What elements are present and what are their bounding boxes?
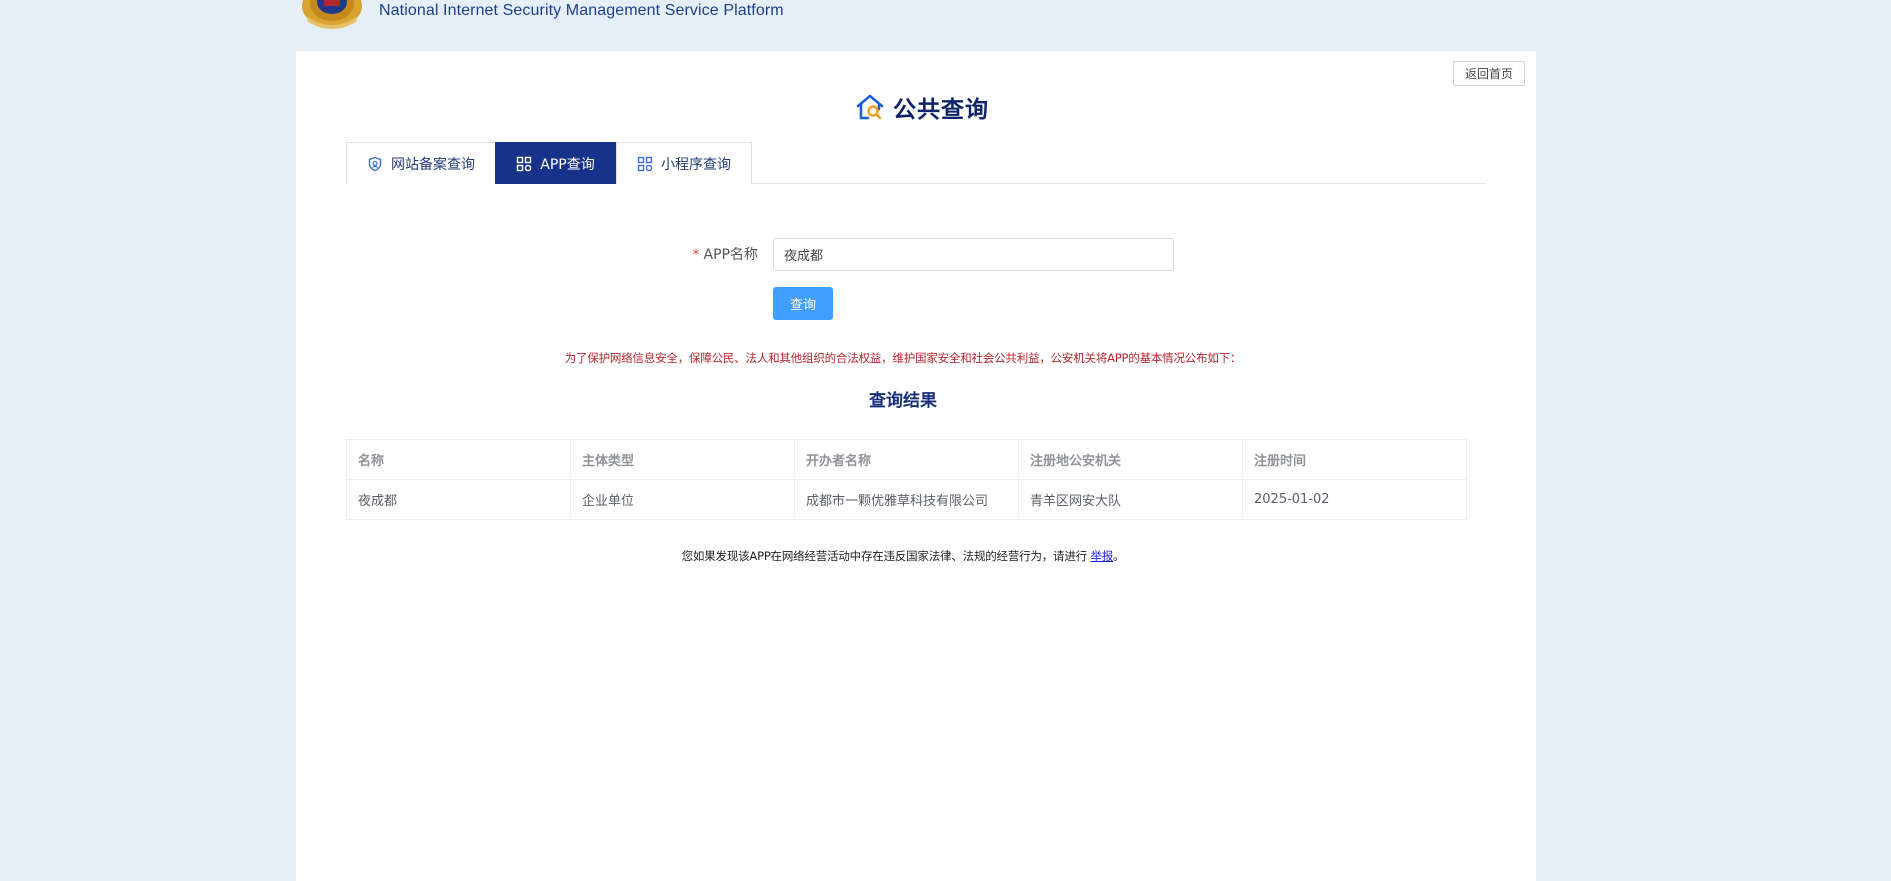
cell-name: 夜成都 [346, 479, 571, 520]
table-row: 夜成都 企业单位 成都市一颗优雅草科技有限公司 青羊区网安大队 2025-01-… [346, 479, 1467, 520]
app-name-label-text: APP名称 [703, 247, 758, 263]
app-name-input[interactable] [773, 238, 1174, 271]
tab-mini-label: 小程序查询 [661, 156, 731, 173]
report-link[interactable]: 举报 [1090, 549, 1113, 563]
cell-operator: 成都市一颗优雅草科技有限公司 [794, 479, 1019, 520]
report-note-end: 。 [1113, 549, 1125, 563]
report-note-text: 您如果发现该APP在网络经营活动中存在违反国家法律、法规的经营行为，请进行 [681, 549, 1088, 563]
shield-icon [368, 156, 382, 171]
result-title: 查询结果 [869, 391, 937, 411]
tab-website-label: 网站备案查询 [391, 156, 475, 173]
cell-police: 青羊区网安大队 [1018, 479, 1243, 520]
col-name-header: 名称 [346, 439, 571, 480]
site-header: National Internet Security Management Se… [0, 0, 1891, 51]
tab-website-filing[interactable]: 网站备案查询 [346, 142, 496, 184]
platform-title: National Internet Security Management Se… [379, 2, 784, 19]
cell-entity-type: 企业单位 [570, 479, 795, 520]
query-tabs: 网站备案查询 APP查询 小程序查询 [346, 142, 1486, 184]
house-search-icon [856, 94, 884, 120]
police-emblem-logo [302, 0, 362, 29]
tab-mini-program[interactable]: 小程序查询 [616, 142, 752, 184]
col-police-header: 注册地公安机关 [1018, 439, 1243, 480]
grid-icon [637, 156, 653, 171]
disclosure-notice: 为了保护网络信息安全，保障公民、法人和其他组织的合法权益，维护国家安全和社会公共… [564, 351, 1242, 365]
page-title: 公共查询 [893, 97, 989, 123]
tab-app-label: APP查询 [540, 156, 595, 173]
col-entity-type-header: 主体类型 [570, 439, 795, 480]
col-date-header: 注册时间 [1242, 439, 1467, 480]
page-heading: 公共查询 [296, 90, 1536, 124]
cell-date: 2025-01-02 [1242, 479, 1467, 520]
app-name-label: * APP名称 [596, 244, 758, 264]
grid-icon [517, 156, 532, 171]
back-home-button[interactable]: 返回首页 [1453, 61, 1525, 86]
tab-app-query[interactable]: APP查询 [495, 142, 616, 184]
report-note: 您如果发现该APP在网络经营活动中存在违反国家法律、法规的经营行为，请进行 举报… [296, 548, 1510, 564]
col-operator-header: 开办者名称 [794, 439, 1019, 480]
required-mark: * [692, 247, 700, 263]
search-button[interactable]: 查询 [773, 287, 833, 320]
results-table: 名称 主体类型 开办者名称 注册地公安机关 注册时间 夜成都 企业单位 成都市一… [346, 439, 1467, 520]
table-header-row: 名称 主体类型 开办者名称 注册地公安机关 注册时间 [346, 439, 1467, 480]
query-card: 返回首页 公共查询 网站备案查询 APP查询 小程序查询 * APP名称 夜成都… [296, 51, 1536, 881]
